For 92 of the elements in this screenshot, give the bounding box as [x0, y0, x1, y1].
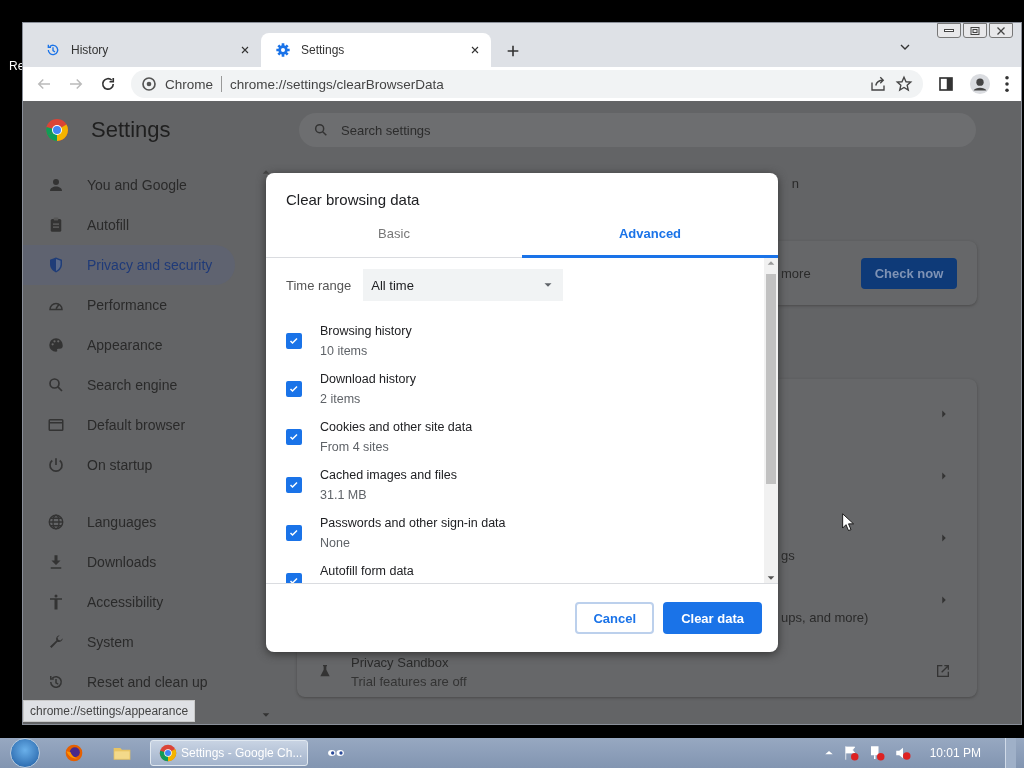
browser-window-icon: [47, 416, 65, 434]
chrome-logo-icon: [45, 118, 69, 142]
dialog-tab[interactable]: Basic: [266, 211, 522, 258]
status-bubble: chrome://settings/appearance: [23, 700, 196, 722]
checkbox[interactable]: [286, 477, 302, 493]
side-panel-icon: [937, 75, 955, 93]
browser-tab[interactable]: History: [31, 33, 261, 67]
close-icon: [469, 44, 481, 56]
palette-icon: [47, 336, 65, 354]
restore-icon: [969, 24, 981, 37]
sidebar-item[interactable]: Languages: [23, 502, 235, 542]
row-text: gs: [781, 547, 795, 563]
option-detail: 2 items: [320, 392, 362, 406]
sidebar-item[interactable]: System: [23, 622, 235, 662]
sidebar-item[interactable]: Accessibility: [23, 582, 235, 622]
check-icon: [288, 335, 300, 347]
reload-icon: [99, 75, 117, 93]
close-button[interactable]: [989, 23, 1013, 38]
dialog-title: Clear browsing data: [286, 191, 420, 208]
share-icon: [869, 75, 887, 93]
taskbar-app[interactable]: Settings - Google Ch...: [150, 740, 308, 766]
wrench-icon: [47, 633, 65, 651]
check-now-button[interactable]: Check now: [861, 257, 957, 289]
check-icon: [288, 527, 300, 539]
minimize-button[interactable]: [937, 23, 961, 38]
field-label: Time range: [286, 277, 352, 293]
close-icon: [239, 44, 251, 56]
clear-data-button[interactable]: Clear data: [663, 602, 762, 634]
start-button[interactable]: [10, 738, 40, 768]
shield-icon: [47, 256, 65, 274]
scrollbar-thumb[interactable]: [766, 274, 776, 484]
globe-icon: [47, 513, 65, 531]
minimize-icon: [944, 29, 954, 32]
history-icon: [45, 42, 61, 58]
restore-button[interactable]: [963, 23, 987, 38]
option-label: Download history: [320, 372, 416, 386]
option-label: Cached images and files: [320, 468, 457, 482]
time-range-dropdown[interactable]: All time: [363, 269, 564, 301]
row-text: ups, and more): [781, 609, 869, 625]
address-bar[interactable]: Chrome chrome://settings/clearBrowserData: [131, 70, 923, 98]
power-icon: [47, 456, 65, 474]
sidebar-item[interactable]: On startup: [23, 445, 235, 485]
checkbox[interactable]: [286, 333, 302, 349]
person-icon: [47, 176, 65, 194]
check-icon: [288, 479, 300, 491]
sidebar-item[interactable]: Performance: [23, 285, 235, 325]
option-detail: 31.1 MB: [320, 488, 368, 502]
cancel-button[interactable]: Cancel: [575, 602, 655, 634]
sidebar-item[interactable]: You and Google: [23, 165, 235, 205]
browser-tab[interactable]: Settings: [261, 33, 491, 67]
checkbox[interactable]: [286, 525, 302, 541]
check-icon: [288, 431, 300, 443]
firefox-icon: [64, 743, 84, 763]
more-icon[interactable]: [1005, 76, 1009, 92]
sidebar-item[interactable]: Default browser: [23, 405, 235, 445]
card-text: more: [781, 265, 812, 281]
option-label: Passwords and other sign-in data: [320, 516, 506, 530]
partial-heading: n: [791, 175, 799, 191]
sidebar-item[interactable]: Appearance: [23, 325, 235, 365]
external-link-icon: [935, 663, 951, 680]
option-detail: 10 items: [320, 344, 369, 358]
dialog-tab[interactable]: Advanced: [522, 211, 778, 258]
search-field[interactable]: Search settings: [299, 113, 976, 147]
checkbox[interactable]: [286, 429, 302, 445]
sidebar-item[interactable]: Privacy and security: [23, 245, 235, 285]
sidebar-item[interactable]: Reset and clean up: [23, 662, 235, 702]
option-label: Browsing history: [320, 324, 412, 338]
plus-icon: [505, 43, 521, 59]
search-icon: [313, 122, 329, 138]
page-title: Settings: [91, 117, 171, 143]
settings-icon: [275, 42, 291, 58]
sidebar-item[interactable]: Downloads: [23, 542, 235, 582]
option-detail: None: [320, 536, 351, 550]
star-icon: [895, 75, 913, 93]
option-label: Cookies and other site data: [320, 420, 473, 434]
profile-icon: [969, 73, 991, 95]
search-icon: [47, 376, 65, 394]
clock: 10:01 PM: [929, 746, 981, 760]
chrome-logo-icon: [141, 76, 157, 92]
sidebar-item[interactable]: Search engine: [23, 365, 235, 405]
chrome-icon: [159, 744, 177, 762]
url-text: chrome://settings/clearBrowserData: [230, 76, 445, 92]
history-icon: [47, 673, 65, 691]
option-detail: From 4 sites: [320, 440, 390, 454]
check-icon: [288, 383, 300, 395]
site-label: Chrome: [165, 76, 213, 92]
option-label: Autofill form data: [320, 564, 414, 578]
accessibility-icon: [47, 593, 65, 611]
sidebar-item[interactable]: Autofill: [23, 205, 235, 245]
row-title: Privacy Sandbox: [351, 655, 450, 671]
close-icon: [995, 24, 1007, 37]
checkbox[interactable]: [286, 381, 302, 397]
